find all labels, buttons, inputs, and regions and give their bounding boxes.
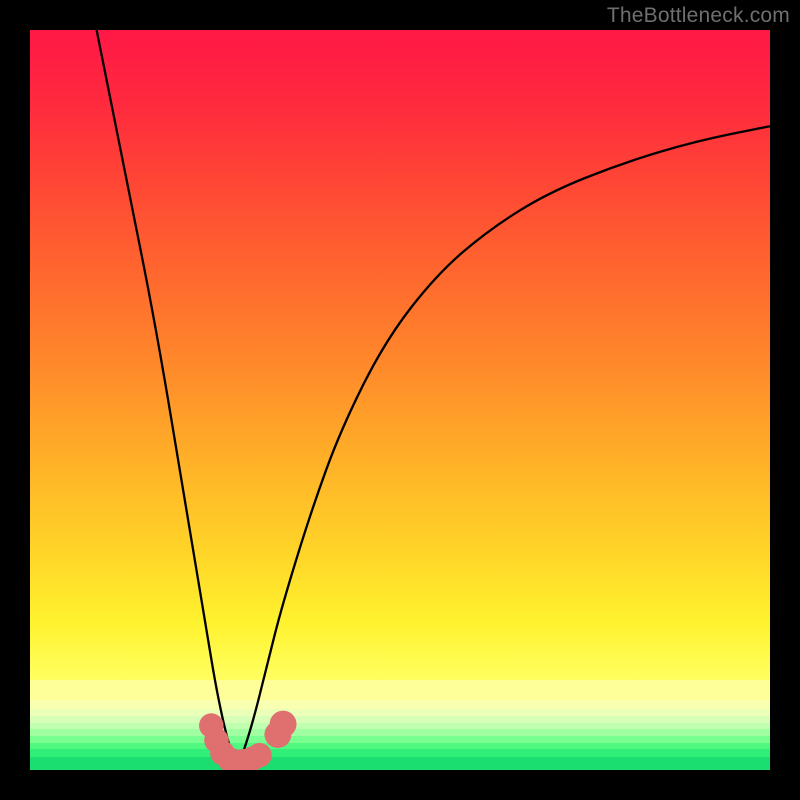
plot-area: [30, 30, 770, 770]
watermark-text: TheBottleneck.com: [607, 4, 790, 28]
gradient-band: [30, 700, 770, 709]
gradient-band: [30, 729, 770, 736]
gradient-band: [30, 736, 770, 743]
gradient-band: [30, 757, 770, 770]
gradient-band: [30, 709, 770, 716]
gradient-band: [30, 749, 770, 756]
chart-frame: TheBottleneck.com: [0, 0, 800, 800]
gradient-band: [30, 716, 770, 723]
background-gradient: [30, 30, 770, 770]
gradient-band: [30, 723, 770, 730]
gradient-band: [30, 743, 770, 750]
gradient-band: [30, 680, 770, 700]
